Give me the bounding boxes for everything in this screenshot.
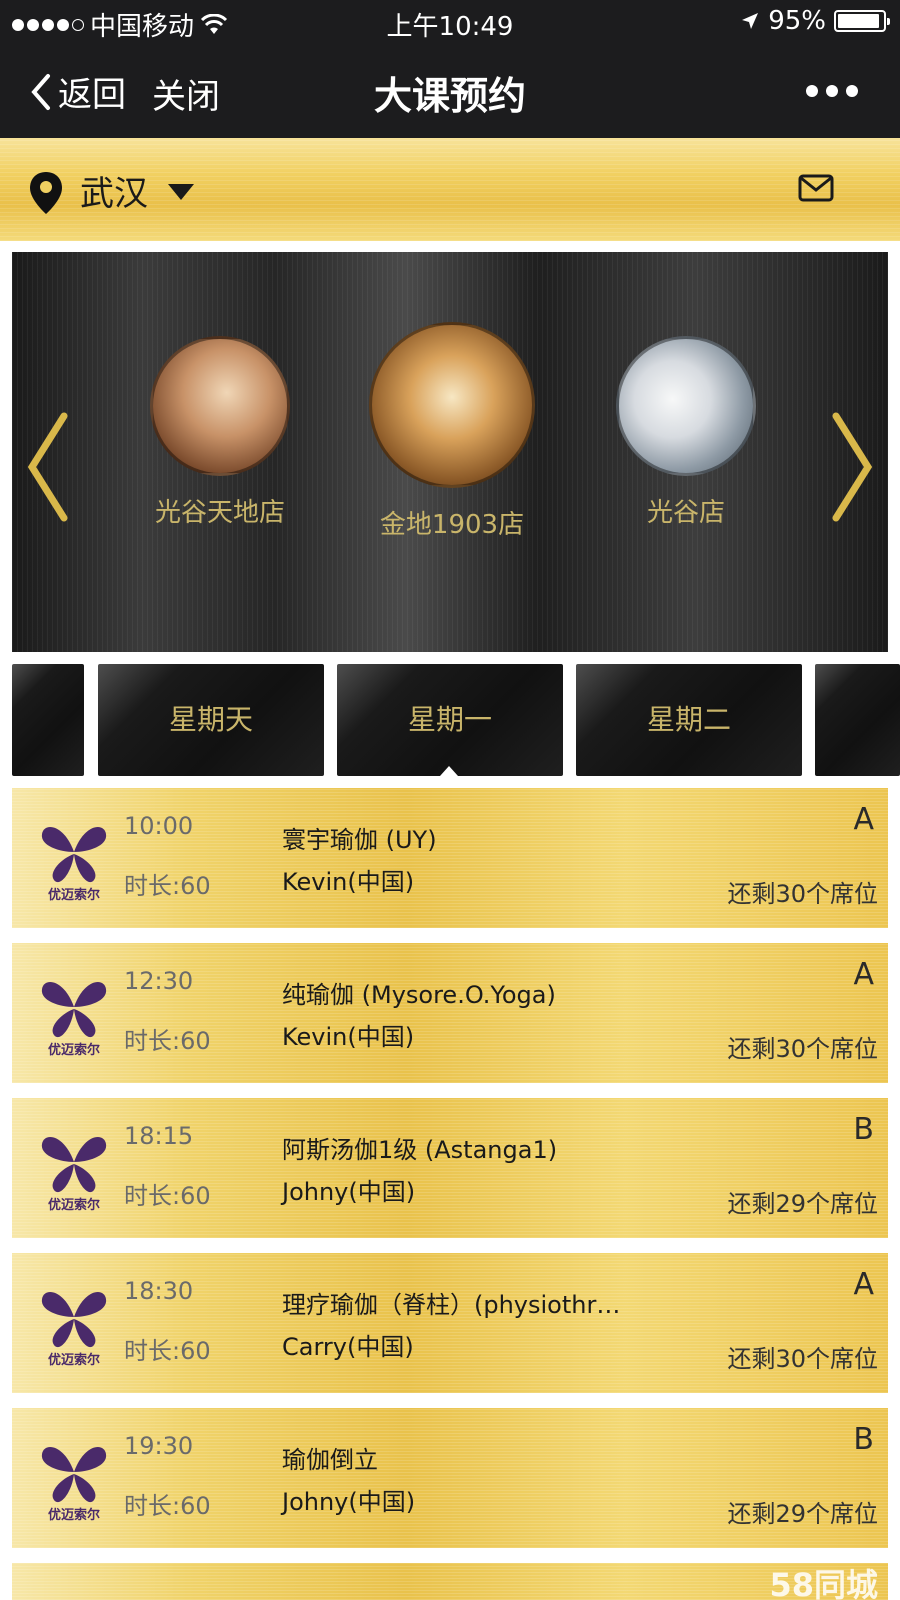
status-bar: 中国移动 上午10:49 95% — [0, 0, 900, 45]
class-room: B — [853, 1112, 874, 1147]
tab-tuesday[interactable]: 星期二 — [576, 664, 802, 776]
class-seats: 还剩30个席位 — [727, 1345, 878, 1373]
store-name: 光谷店 — [646, 498, 725, 528]
store-name: 光谷天地店 — [154, 498, 285, 528]
day-tabs: 星期天 星期一 星期二 — [0, 664, 900, 778]
more-dot-icon — [806, 85, 818, 97]
class-card-partial[interactable] — [12, 1563, 888, 1600]
logo-text: 优迈索尔 — [47, 1508, 100, 1523]
class-time: 18:30 — [124, 1277, 194, 1305]
class-duration: 时长:60 — [124, 1182, 211, 1210]
logo-text: 优迈索尔 — [47, 888, 100, 903]
more-dot-icon — [826, 85, 838, 97]
status-right: 95% — [740, 6, 890, 36]
class-teacher: Johny(中国) — [282, 1488, 416, 1516]
class-duration: 时长:60 — [124, 1027, 211, 1055]
class-time: 12:30 — [124, 967, 194, 995]
tab-day-previous[interactable] — [12, 664, 84, 776]
location-pin-icon — [30, 172, 62, 214]
logo-text: 优迈索尔 — [47, 1043, 100, 1058]
class-seats: 还剩30个席位 — [727, 1035, 878, 1063]
class-title: 寰宇瑜伽 (UY) — [282, 826, 437, 854]
class-card[interactable]: 优迈索尔 19:30 时长:60 瑜伽倒立 Johny(中国) B 还剩29个席… — [12, 1408, 888, 1548]
city-bar: 武汉 — [0, 138, 900, 241]
class-room: A — [853, 1267, 874, 1302]
class-room: A — [853, 802, 874, 837]
more-menu-button[interactable] — [806, 85, 858, 97]
store-photo — [616, 336, 756, 476]
class-title: 理疗瑜伽（脊柱）(physiothr… — [282, 1291, 621, 1319]
city-selector[interactable]: 武汉 — [80, 166, 148, 215]
nav-bar: 返回 关闭 大课预约 — [0, 45, 900, 138]
class-teacher: Johny(中国) — [282, 1178, 416, 1206]
class-time: 19:30 — [124, 1432, 194, 1460]
more-dot-icon — [846, 85, 858, 97]
class-card[interactable]: 优迈索尔 18:15 时长:60 阿斯汤伽1级 (Astanga1) Johny… — [12, 1098, 888, 1238]
class-seats: 还剩29个席位 — [727, 1190, 878, 1218]
watermark: 58同城 — [769, 1566, 878, 1600]
logo-text: 优迈索尔 — [47, 1353, 100, 1368]
battery-icon — [834, 10, 890, 32]
class-duration: 时长:60 — [124, 1492, 211, 1520]
store-carousel: 光谷天地店 金地1903店 光谷店 — [12, 252, 888, 652]
class-title: 瑜伽倒立 — [282, 1446, 378, 1474]
mail-icon[interactable] — [798, 174, 834, 202]
tab-day-next[interactable] — [815, 664, 900, 776]
store-item-guanggu-tiandi[interactable]: 光谷天地店 — [130, 336, 310, 529]
store-name: 金地1903店 — [379, 510, 525, 540]
carousel-prev-icon[interactable] — [26, 412, 70, 522]
class-card[interactable]: 优迈索尔 12:30 时长:60 纯瑜伽 (Mysore.O.Yoga) Kev… — [12, 943, 888, 1083]
class-seats: 还剩30个席位 — [727, 880, 878, 908]
class-card[interactable]: 优迈索尔 18:30 时长:60 理疗瑜伽（脊柱）(physiothr… Car… — [12, 1253, 888, 1393]
class-teacher: Kevin(中国) — [282, 1023, 415, 1051]
class-room: A — [853, 957, 874, 992]
class-teacher: Carry(中国) — [282, 1333, 414, 1361]
class-seats: 还剩29个席位 — [727, 1500, 878, 1528]
class-title: 纯瑜伽 (Mysore.O.Yoga) — [282, 981, 556, 1009]
class-time: 18:15 — [124, 1122, 194, 1150]
tab-sunday[interactable]: 星期天 — [98, 664, 324, 776]
logo-text: 优迈索尔 — [47, 1198, 100, 1213]
class-room: B — [853, 1422, 874, 1457]
dropdown-arrow-icon[interactable] — [168, 184, 194, 200]
class-duration: 时长:60 — [124, 872, 211, 900]
store-item-jindi-1903[interactable]: 金地1903店 — [352, 322, 552, 541]
class-time: 10:00 — [124, 812, 194, 840]
class-title: 阿斯汤伽1级 (Astanga1) — [282, 1136, 558, 1164]
battery-percent: 95% — [768, 6, 826, 36]
carousel-next-icon[interactable] — [830, 412, 874, 522]
store-item-guanggu[interactable]: 光谷店 — [596, 336, 776, 529]
store-photo — [150, 336, 290, 476]
class-duration: 时长:60 — [124, 1337, 211, 1365]
class-teacher: Kevin(中国) — [282, 868, 415, 896]
tab-monday[interactable]: 星期一 — [337, 664, 563, 776]
store-photo — [369, 322, 535, 488]
class-card[interactable]: 优迈索尔 10:00 时长:60 寰宇瑜伽 (UY) Kevin(中国) A 还… — [12, 788, 888, 928]
selected-tab-indicator — [440, 766, 458, 776]
location-arrow-icon — [742, 13, 759, 29]
page-title: 大课预约 — [373, 74, 526, 118]
